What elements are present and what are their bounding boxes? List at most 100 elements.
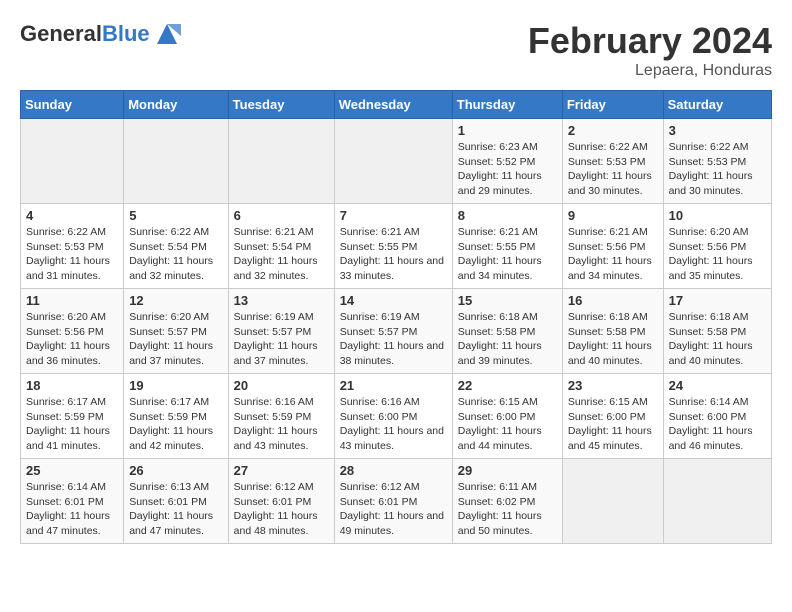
location-subtitle: Lepaera, Honduras	[528, 62, 772, 80]
table-row: 7 Sunrise: 6:21 AMSunset: 5:55 PMDaylight…	[334, 204, 452, 289]
day-info: Sunrise: 6:22 AMSunset: 5:54 PMDaylight:…	[129, 225, 222, 284]
day-number: 26	[129, 463, 222, 478]
day-info: Sunrise: 6:11 AMSunset: 6:02 PMDaylight:…	[458, 480, 557, 539]
day-info: Sunrise: 6:22 AMSunset: 5:53 PMDaylight:…	[568, 140, 658, 199]
day-number: 23	[568, 378, 658, 393]
day-info: Sunrise: 6:16 AMSunset: 6:00 PMDaylight:…	[340, 395, 447, 454]
day-info: Sunrise: 6:21 AMSunset: 5:56 PMDaylight:…	[568, 225, 658, 284]
day-number: 2	[568, 123, 658, 138]
day-info: Sunrise: 6:15 AMSunset: 6:00 PMDaylight:…	[458, 395, 557, 454]
day-info: Sunrise: 6:20 AMSunset: 5:57 PMDaylight:…	[129, 310, 222, 369]
day-number: 27	[234, 463, 329, 478]
table-row: 26 Sunrise: 6:13 AMSunset: 6:01 PMDayligh…	[124, 459, 228, 544]
calendar-week-4: 25Sunrise: 6:14 AMSunset: 6:01 PMDayligh…	[21, 459, 772, 544]
day-info: Sunrise: 6:19 AMSunset: 5:57 PMDaylight:…	[340, 310, 447, 369]
col-friday: Friday	[562, 91, 663, 119]
day-number: 4	[26, 208, 118, 223]
table-row: 20Sunrise: 6:16 AMSunset: 5:59 PMDayligh…	[228, 374, 334, 459]
table-row: 23 Sunrise: 6:15 AMSunset: 6:00 PMDayligh…	[562, 374, 663, 459]
day-number: 6	[234, 208, 329, 223]
day-number: 24	[669, 378, 766, 393]
table-row: 21 Sunrise: 6:16 AMSunset: 6:00 PMDayligh…	[334, 374, 452, 459]
table-row: 28 Sunrise: 6:12 AMSunset: 6:01 PMDayligh…	[334, 459, 452, 544]
table-row	[663, 459, 771, 544]
table-row: 8Sunrise: 6:21 AMSunset: 5:55 PMDaylight…	[452, 204, 562, 289]
table-row: 5 Sunrise: 6:22 AMSunset: 5:54 PMDaylight…	[124, 204, 228, 289]
day-info: Sunrise: 6:16 AMSunset: 5:59 PMDaylight:…	[234, 395, 329, 454]
day-number: 14	[340, 293, 447, 308]
day-number: 5	[129, 208, 222, 223]
table-row: 10 Sunrise: 6:20 AMSunset: 5:56 PMDayligh…	[663, 204, 771, 289]
day-info: Sunrise: 6:17 AMSunset: 5:59 PMDaylight:…	[129, 395, 222, 454]
day-number: 9	[568, 208, 658, 223]
table-row: 1Sunrise: 6:23 AMSunset: 5:52 PMDaylight…	[452, 119, 562, 204]
day-info: Sunrise: 6:20 AMSunset: 5:56 PMDaylight:…	[26, 310, 118, 369]
day-number: 3	[669, 123, 766, 138]
day-number: 12	[129, 293, 222, 308]
day-number: 10	[669, 208, 766, 223]
day-info: Sunrise: 6:22 AMSunset: 5:53 PMDaylight:…	[26, 225, 118, 284]
day-info: Sunrise: 6:22 AMSunset: 5:53 PMDaylight:…	[669, 140, 766, 199]
day-info: Sunrise: 6:12 AMSunset: 6:01 PMDaylight:…	[234, 480, 329, 539]
day-number: 18	[26, 378, 118, 393]
col-saturday: Saturday	[663, 91, 771, 119]
day-info: Sunrise: 6:21 AMSunset: 5:54 PMDaylight:…	[234, 225, 329, 284]
day-info: Sunrise: 6:17 AMSunset: 5:59 PMDaylight:…	[26, 395, 118, 454]
day-info: Sunrise: 6:21 AMSunset: 5:55 PMDaylight:…	[340, 225, 447, 284]
table-row: 24 Sunrise: 6:14 AMSunset: 6:00 PMDayligh…	[663, 374, 771, 459]
table-row	[334, 119, 452, 204]
col-monday: Monday	[124, 91, 228, 119]
day-number: 7	[340, 208, 447, 223]
table-row	[21, 119, 124, 204]
calendar-body: 1Sunrise: 6:23 AMSunset: 5:52 PMDaylight…	[21, 119, 772, 544]
calendar-header: Sunday Monday Tuesday Wednesday Thursday…	[21, 91, 772, 119]
table-row: 3 Sunrise: 6:22 AMSunset: 5:53 PMDaylight…	[663, 119, 771, 204]
table-row	[124, 119, 228, 204]
day-info: Sunrise: 6:12 AMSunset: 6:01 PMDaylight:…	[340, 480, 447, 539]
col-tuesday: Tuesday	[228, 91, 334, 119]
day-number: 15	[458, 293, 557, 308]
table-row: 12 Sunrise: 6:20 AMSunset: 5:57 PMDayligh…	[124, 289, 228, 374]
title-block: February 2024 Lepaera, Honduras	[528, 20, 772, 80]
table-row: 15Sunrise: 6:18 AMSunset: 5:58 PMDayligh…	[452, 289, 562, 374]
table-row: 19Sunrise: 6:17 AMSunset: 5:59 PMDayligh…	[124, 374, 228, 459]
logo: GeneralBlue	[20, 20, 181, 48]
table-row: 29 Sunrise: 6:11 AMSunset: 6:02 PMDayligh…	[452, 459, 562, 544]
day-number: 21	[340, 378, 447, 393]
table-row: 22 Sunrise: 6:15 AMSunset: 6:00 PMDayligh…	[452, 374, 562, 459]
day-number: 16	[568, 293, 658, 308]
day-number: 28	[340, 463, 447, 478]
logo-icon	[153, 20, 181, 48]
col-wednesday: Wednesday	[334, 91, 452, 119]
day-number: 29	[458, 463, 557, 478]
table-row: 16 Sunrise: 6:18 AMSunset: 5:58 PMDayligh…	[562, 289, 663, 374]
day-info: Sunrise: 6:13 AMSunset: 6:01 PMDaylight:…	[129, 480, 222, 539]
header-row: Sunday Monday Tuesday Wednesday Thursday…	[21, 91, 772, 119]
month-title: February 2024	[528, 20, 772, 62]
col-thursday: Thursday	[452, 91, 562, 119]
day-number: 22	[458, 378, 557, 393]
day-info: Sunrise: 6:20 AMSunset: 5:56 PMDaylight:…	[669, 225, 766, 284]
day-number: 17	[669, 293, 766, 308]
day-info: Sunrise: 6:15 AMSunset: 6:00 PMDaylight:…	[568, 395, 658, 454]
day-info: Sunrise: 6:14 AMSunset: 6:00 PMDaylight:…	[669, 395, 766, 454]
table-row: 6 Sunrise: 6:21 AMSunset: 5:54 PMDaylight…	[228, 204, 334, 289]
table-row	[228, 119, 334, 204]
day-number: 25	[26, 463, 118, 478]
table-row: 13Sunrise: 6:19 AMSunset: 5:57 PMDayligh…	[228, 289, 334, 374]
calendar-week-3: 18 Sunrise: 6:17 AMSunset: 5:59 PMDayligh…	[21, 374, 772, 459]
table-row: 18 Sunrise: 6:17 AMSunset: 5:59 PMDayligh…	[21, 374, 124, 459]
page-header: GeneralBlue February 2024 Lepaera, Hondu…	[20, 20, 772, 80]
day-info: Sunrise: 6:18 AMSunset: 5:58 PMDaylight:…	[568, 310, 658, 369]
day-info: Sunrise: 6:18 AMSunset: 5:58 PMDaylight:…	[669, 310, 766, 369]
col-sunday: Sunday	[21, 91, 124, 119]
calendar-week-1: 4 Sunrise: 6:22 AMSunset: 5:53 PMDaylight…	[21, 204, 772, 289]
table-row: 4 Sunrise: 6:22 AMSunset: 5:53 PMDaylight…	[21, 204, 124, 289]
calendar-week-2: 11 Sunrise: 6:20 AMSunset: 5:56 PMDayligh…	[21, 289, 772, 374]
day-number: 8	[458, 208, 557, 223]
day-number: 11	[26, 293, 118, 308]
calendar-week-0: 1Sunrise: 6:23 AMSunset: 5:52 PMDaylight…	[21, 119, 772, 204]
day-info: Sunrise: 6:23 AMSunset: 5:52 PMDaylight:…	[458, 140, 557, 199]
table-row: 2 Sunrise: 6:22 AMSunset: 5:53 PMDaylight…	[562, 119, 663, 204]
table-row: 9 Sunrise: 6:21 AMSunset: 5:56 PMDaylight…	[562, 204, 663, 289]
